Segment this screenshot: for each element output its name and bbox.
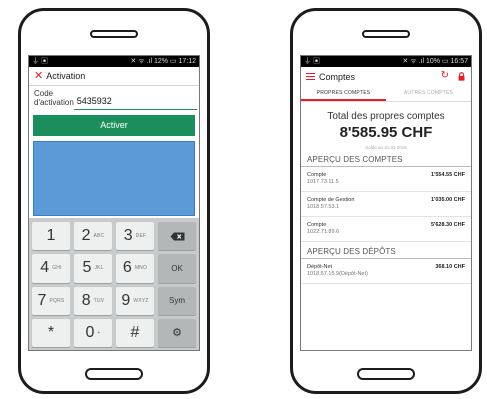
status-right-info: ✕ ᯤ .ıl 12% ▭ 17:12: [130, 58, 196, 65]
account-row[interactable]: Compte de Gestion 1018.57.53.1 1'035.00 …: [301, 192, 471, 217]
keypad-key[interactable]: 3 DEF: [116, 222, 154, 251]
key-label: 3: [123, 227, 133, 245]
account-number: 1022.71.89.6: [307, 229, 340, 235]
activation-code-row: Code d'activation: [29, 86, 199, 110]
lock-icon[interactable]: [458, 72, 465, 83]
speaker-grille: [362, 30, 410, 38]
key-sublabel: WXYZ: [133, 297, 149, 304]
key-label: 7: [37, 291, 47, 309]
blue-panel: [33, 141, 195, 216]
status-right-info: ✕ ᯤ .ıl 10% ▭ 16:57: [402, 58, 468, 65]
accounts-tabs: PROPRES COMPTES AUTRES COMPTES: [301, 86, 471, 102]
keypad-key[interactable]: 0 +: [74, 318, 112, 347]
account-number: 1018.57.53.1: [307, 204, 340, 210]
keypad-key[interactable]: 5 JKL: [74, 254, 112, 283]
key-label: 2: [81, 227, 91, 245]
key-label: 0: [85, 323, 95, 341]
key-label: #: [130, 323, 140, 341]
accounts-phone-frame: ⏚ ▣ ✕ ᯤ .ıl 10% ▭ 16:57 Comptes ↻ PROPRE…: [290, 8, 482, 394]
account-amount: 5'628.30 CHF: [430, 222, 465, 228]
accounts-header: Comptes ↻: [301, 67, 471, 86]
account-amount: 1'035.00 CHF: [430, 197, 465, 203]
page-title: Comptes: [319, 71, 356, 82]
tab-autres-comptes[interactable]: AUTRES COMPTES: [386, 86, 471, 101]
key-label: 9: [121, 291, 131, 309]
status-left-icons: ⏚ ▣: [304, 58, 320, 65]
key-label: 6: [122, 259, 132, 277]
accounts-screen: ⏚ ▣ ✕ ᯤ .ıl 10% ▭ 16:57 Comptes ↻ PROPRE…: [300, 55, 472, 351]
menu-icon[interactable]: [306, 73, 315, 80]
speaker-grille: [90, 30, 138, 38]
key-sublabel: MNO: [134, 265, 148, 272]
key-label: *: [47, 323, 55, 341]
keypad-key[interactable]: 8 TUV: [74, 286, 112, 315]
keypad-key[interactable]: 6 MNO: [116, 254, 154, 283]
key-label: Sym: [169, 296, 185, 306]
status-left-icons: ⏚ ▣: [32, 58, 48, 65]
deposits-section-title: APERÇU DES DÉPÔTS: [301, 247, 471, 259]
keypad-key[interactable]: *: [32, 318, 70, 347]
keypad-key[interactable]: 9 WXYZ: [116, 286, 154, 315]
home-button[interactable]: [357, 368, 415, 380]
home-button[interactable]: [85, 368, 143, 380]
activate-button[interactable]: Activer: [33, 115, 195, 136]
key-label: 8: [81, 291, 91, 309]
key-sublabel: DEF: [135, 233, 147, 240]
account-amount: 1'554.55 CHF: [430, 172, 465, 178]
key-sublabel: TUV: [93, 297, 105, 304]
key-sublabel: PQRS: [49, 297, 65, 304]
activation-phone-frame: ⏚ ▣ ✕ ᯤ .ıl 12% ▭ 17:12 ✕ Activation Cod…: [18, 8, 210, 394]
keypad-key[interactable]: 1: [32, 222, 70, 251]
keypad-key[interactable]: Sym: [158, 286, 196, 315]
total-amount: 8'585.95 CHF: [339, 124, 433, 141]
activation-screen: ⏚ ▣ ✕ ᯤ .ıl 12% ▭ 17:12 ✕ Activation Cod…: [28, 55, 200, 351]
key-label: OK: [171, 263, 183, 273]
key-sublabel: ABC: [93, 233, 105, 240]
keypad-key[interactable]: OK: [158, 254, 196, 283]
key-sublabel: JKL: [94, 265, 104, 272]
keypad-key[interactable]: [158, 222, 196, 251]
refresh-icon[interactable]: ↻: [441, 71, 449, 81]
key-sublabel: +: [97, 329, 101, 336]
deposit-amount: 368.10 CHF: [435, 264, 465, 270]
account-number: 1017.73.11.5: [307, 179, 339, 185]
keypad-key[interactable]: 4 GHI: [32, 254, 70, 283]
account-row[interactable]: Compte 1017.73.11.5 1'554.55 CHF: [301, 167, 471, 192]
page-title: Activation: [46, 71, 86, 81]
total-label: Total des propres comptes: [327, 111, 445, 122]
settings-icon: ⚙: [172, 327, 182, 340]
keypad-key[interactable]: 7 PQRS: [32, 286, 70, 315]
status-bar: ⏚ ▣ ✕ ᯤ .ıl 10% ▭ 16:57: [301, 56, 471, 67]
keypad-key[interactable]: ⚙: [158, 318, 196, 347]
code-label: Code d'activation: [34, 89, 74, 107]
deposit-number: 1018.57.15.9(Dépôt-Net): [307, 271, 368, 277]
activation-header: ✕ Activation: [29, 67, 199, 86]
tab-propres-comptes[interactable]: PROPRES COMPTES: [301, 86, 386, 101]
numeric-keypad: 1 2 ABC 3 DEF 4 GHI 5 JKL 6 MNO OK 7 PQRS 8 TUV 9 WXYZ Sym…: [29, 218, 199, 350]
account-row[interactable]: Compte 1022.71.89.6 5'628.30 CHF: [301, 217, 471, 242]
keypad-key[interactable]: #: [116, 318, 154, 347]
key-label: 4: [40, 259, 50, 277]
status-bar: ⏚ ▣ ✕ ᯤ .ıl 12% ▭ 17:12: [29, 56, 199, 67]
backspace-icon: [170, 232, 185, 241]
deposit-row[interactable]: Dépôt-Net 1018.57.15.9(Dépôt-Net) 368.10…: [301, 259, 471, 284]
keypad-key[interactable]: 2 ABC: [74, 222, 112, 251]
balance-date: Solde au 31.03.2015: [365, 145, 407, 150]
key-label: 5: [82, 259, 92, 277]
key-sublabel: GHI: [52, 265, 62, 272]
close-icon[interactable]: ✕: [34, 70, 43, 82]
accounts-section-title: APERÇU DES COMPTES: [301, 155, 471, 167]
key-label: 1: [46, 227, 56, 245]
activation-code-input[interactable]: [73, 93, 197, 110]
